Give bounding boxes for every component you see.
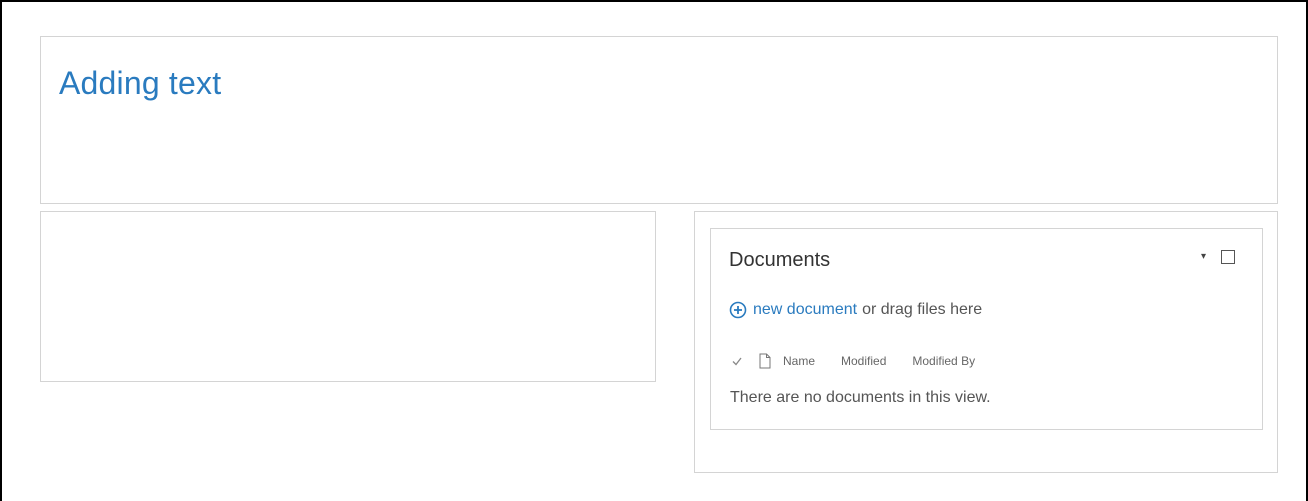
plus-circle-icon[interactable] [729,301,747,319]
empty-view-message: There are no documents in this view. [730,389,991,406]
column-header-modified-by[interactable]: Modified By [912,354,975,368]
web-part-select-checkbox[interactable] [1221,250,1235,264]
checkmark-icon[interactable] [731,355,743,367]
column-header-name[interactable]: Name [783,354,815,368]
new-document-link[interactable]: new document [753,301,857,319]
web-part-title[interactable]: Documents [729,249,830,272]
right-web-part-zone: Documents ▾ new document or drag files h… [694,211,1278,473]
documents-web-part: Documents ▾ new document or drag files h… [710,228,1263,430]
left-web-part-zone [40,211,656,382]
drag-files-text: or drag files here [862,301,983,318]
document-icon [759,353,771,369]
title-zone: Adding text [40,36,1278,204]
column-header-modified[interactable]: Modified [841,354,886,368]
dropdown-arrow-icon[interactable]: ▾ [1201,251,1206,262]
list-header-row: Name Modified Modified By [731,353,975,369]
new-document-row: new document or drag files here [729,301,982,319]
page-title: Adding text [59,65,222,101]
